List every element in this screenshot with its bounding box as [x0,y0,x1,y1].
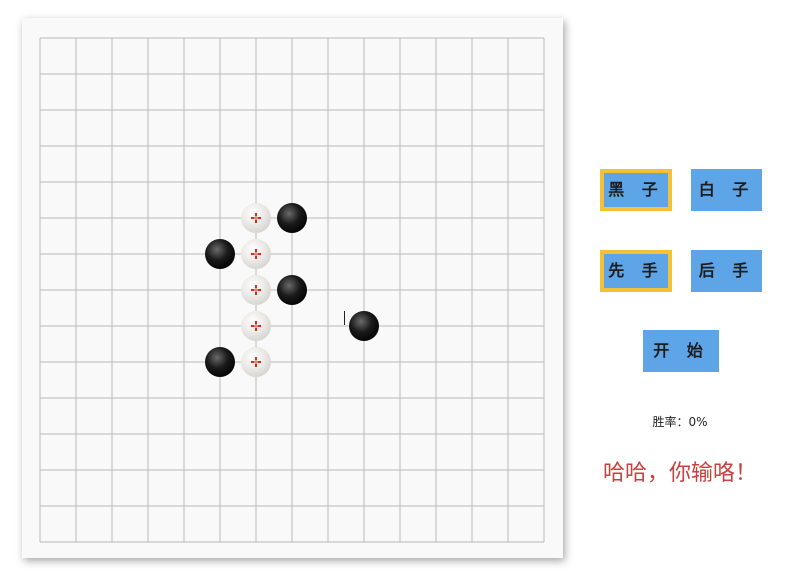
second-move-button[interactable]: 后 手 [691,250,762,292]
white-stone-label: 白 子 [698,180,755,199]
first-move-button[interactable]: 先 手 [600,250,672,292]
second-move-label: 后 手 [698,261,755,280]
first-move-label: 先 手 [608,261,664,280]
board-canvas[interactable] [22,18,563,558]
black-stone [205,239,235,269]
result-message: 哈哈，你输咯！ [602,461,757,486]
black-stone [349,311,379,341]
win-rate-text: 胜率：0% [652,415,708,429]
black-stone [277,203,307,233]
black-stone-label: 黑 子 [608,180,664,199]
black-stone [205,347,235,377]
text-cursor [344,311,345,325]
white-stone-button[interactable]: 白 子 [691,169,762,211]
black-stone-button[interactable]: 黑 子 [600,169,672,211]
black-stone [277,275,307,305]
start-button[interactable]: 开 始 [643,330,719,372]
start-label: 开 始 [653,341,709,360]
game-board[interactable] [22,18,563,558]
